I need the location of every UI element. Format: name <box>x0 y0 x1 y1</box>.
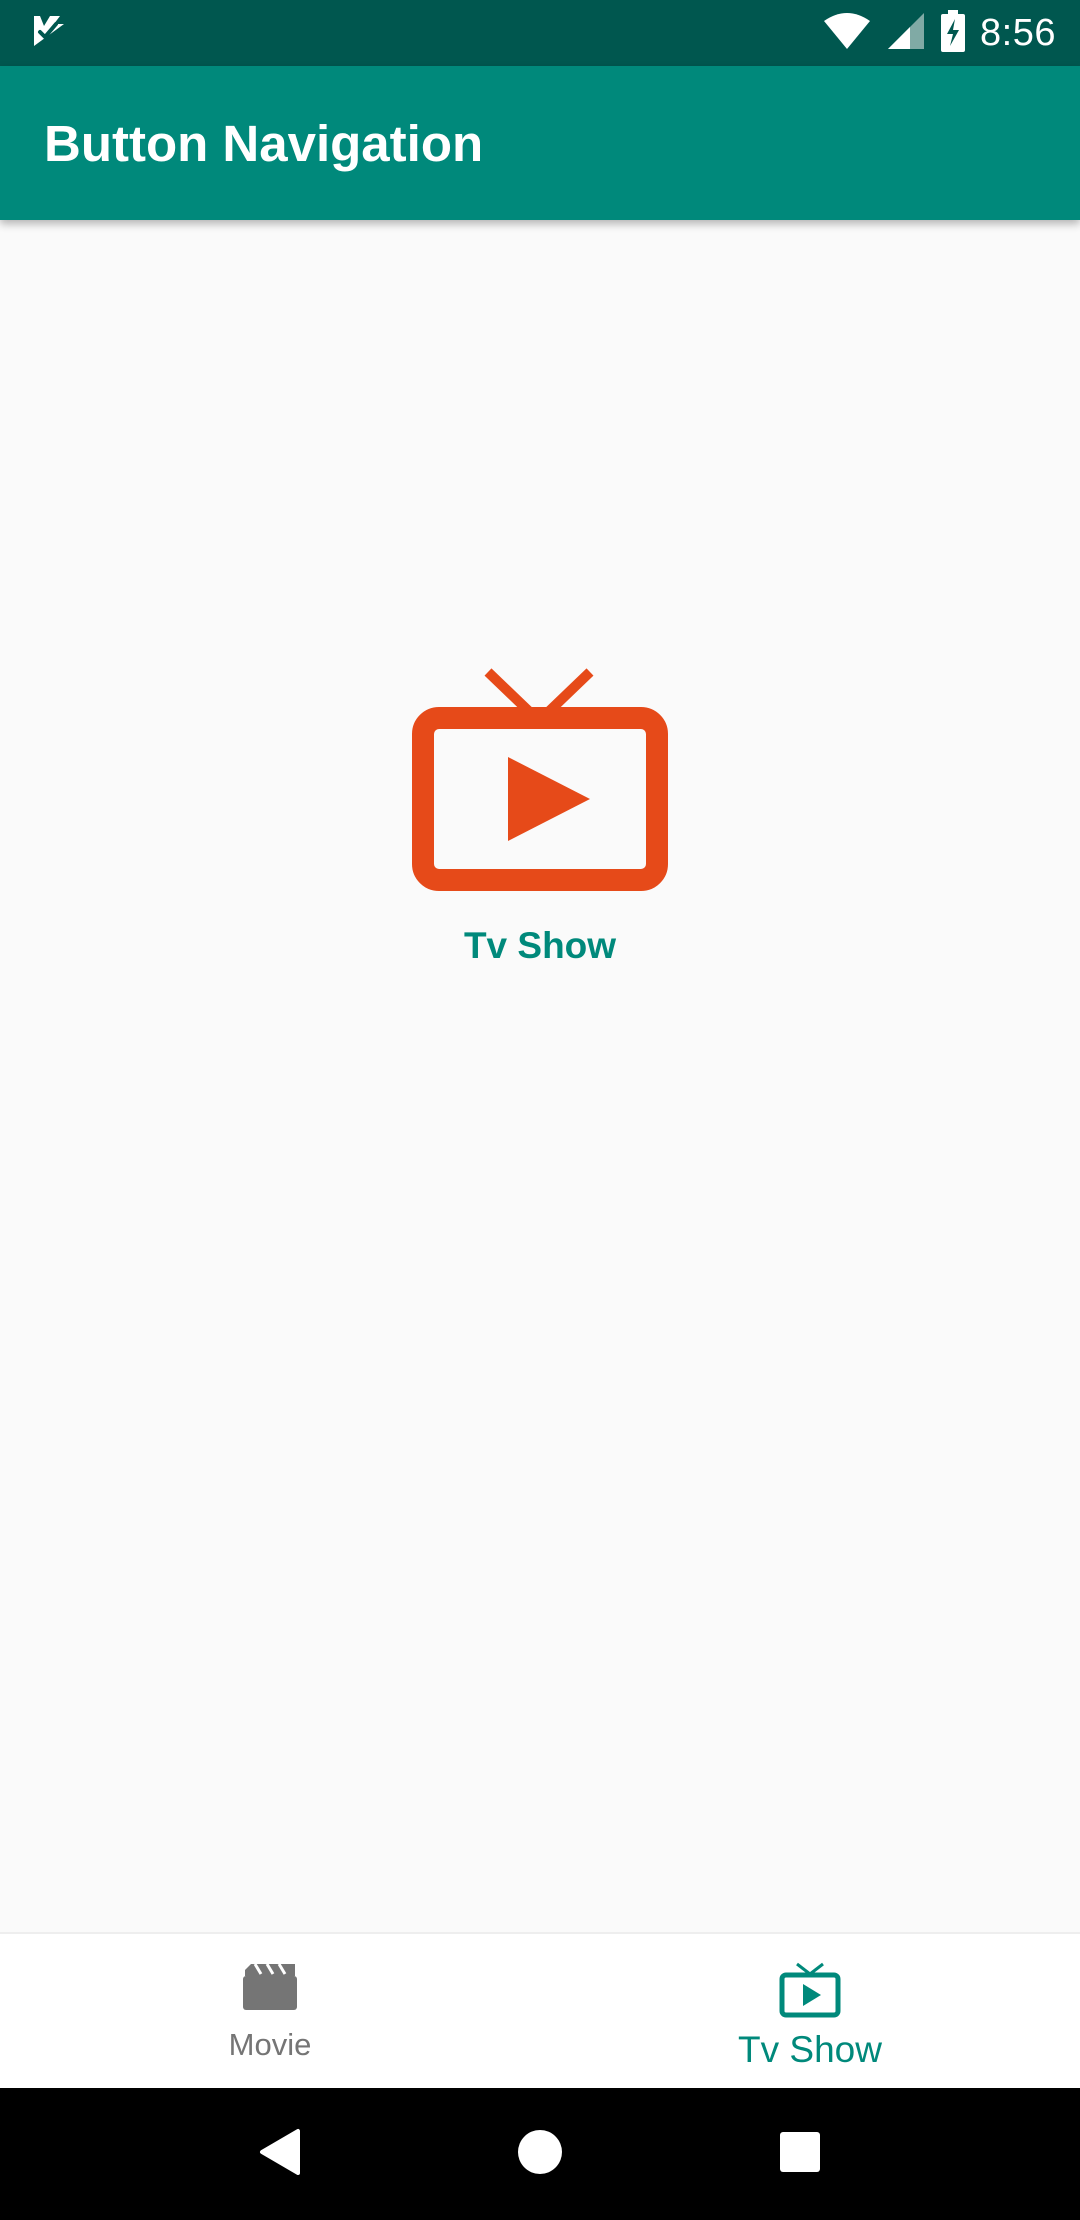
back-button[interactable] <box>230 2104 330 2204</box>
nav-label-movie: Movie <box>228 2027 312 2062</box>
home-button[interactable] <box>490 2104 590 2204</box>
bottom-navigation: Movie Tv Show <box>0 1932 1080 2088</box>
battery-charging-icon <box>940 9 966 57</box>
movie-clapper-icon <box>241 1962 299 2017</box>
app-bar: Button Navigation <box>0 66 1080 220</box>
nav-item-tv-show[interactable]: Tv Show <box>540 1934 1080 2088</box>
tv-show-title: Tv Show <box>463 925 617 966</box>
tv-icon <box>779 1962 841 2023</box>
wifi-icon <box>822 11 872 56</box>
home-icon <box>517 2129 563 2180</box>
status-bar: 8:56 <box>0 0 1080 66</box>
app-title: Button Navigation <box>44 114 484 172</box>
recents-button[interactable] <box>750 2104 850 2204</box>
recents-icon <box>779 2131 821 2178</box>
back-icon <box>258 2127 302 2182</box>
nav-label-tv-show: Tv Show <box>738 2029 882 2070</box>
nav-item-movie[interactable]: Movie <box>0 1934 540 2088</box>
tv-play-icon <box>412 664 668 905</box>
signal-icon <box>886 11 926 56</box>
status-clock: 8:56 <box>980 11 1056 54</box>
status-left <box>30 0 68 66</box>
status-right: 8:56 <box>822 0 1056 66</box>
main-content <box>0 220 1080 1932</box>
app-notification-icon <box>30 12 68 55</box>
tv-show-panel: Tv Show <box>0 664 1080 967</box>
system-navigation-bar <box>0 2088 1080 2220</box>
